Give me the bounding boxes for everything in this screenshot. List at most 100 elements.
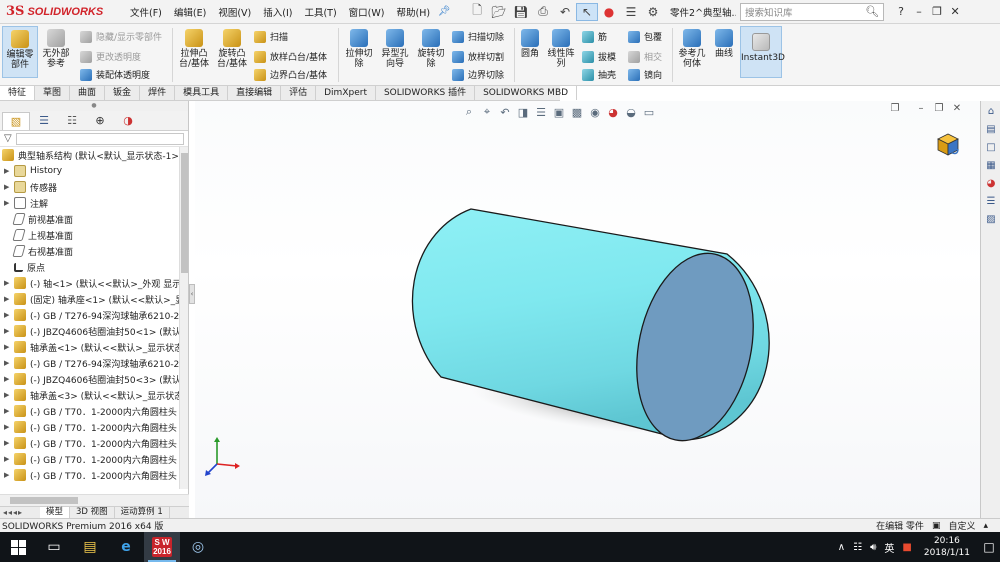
ime-app-icon[interactable]: ■ — [902, 542, 911, 553]
reference-geometry-button[interactable]: 参考几 何体 — [676, 29, 708, 69]
linear-pattern-button[interactable]: 线性阵 列 — [546, 29, 576, 69]
hole-wizard-button[interactable]: 异型孔 向导 — [378, 29, 412, 69]
tab-solidworks-addins[interactable]: SOLIDWORKS 插件 — [376, 86, 476, 100]
expand-arrow-icon[interactable]: ▶ — [4, 439, 14, 447]
search-icon[interactable]: 🔍︎ — [865, 5, 879, 18]
tab-weldments[interactable]: 焊件 — [140, 86, 176, 100]
expand-arrow-icon[interactable]: ▶ — [4, 455, 14, 463]
expand-arrow-icon[interactable]: ▶ — [4, 471, 14, 479]
shell-button[interactable]: 抽壳 — [582, 68, 616, 81]
tab-solidworks-mbd[interactable]: SOLIDWORKS MBD — [475, 86, 578, 100]
tree-item[interactable]: 原点 — [0, 259, 188, 275]
tab-evaluate[interactable]: 评估 — [281, 86, 317, 100]
tab-navigation-arrows[interactable]: ◂◂◂▸ — [0, 507, 40, 518]
tree-item[interactable]: ▶ (-) JBZQ4606毡圈油封50<1> (默认 — [0, 323, 188, 339]
instant3d-button[interactable]: Instant3D — [740, 26, 785, 78]
system-clock[interactable]: 20:16 2018/1/11 — [924, 535, 970, 559]
menu-window[interactable]: 窗口(W) — [343, 5, 391, 19]
tab-direct-editing[interactable]: 直接编辑 — [228, 86, 282, 100]
tree-item[interactable]: ▶ 轴承盖<1> (默认<<默认>_显示状态 — [0, 339, 188, 355]
solidworks-resources-icon[interactable]: ⌂ — [982, 103, 1000, 119]
solidworks-taskbar-button[interactable]: S W 2016 — [144, 532, 180, 562]
tree-item[interactable]: ▶ (-) 轴<1> (默认<<默认>_外观 显示 — [0, 275, 188, 291]
expand-arrow-icon[interactable]: ▶ — [4, 375, 14, 383]
tab-dimxpert[interactable]: DimXpert — [316, 86, 376, 100]
display-manager-tab-icon[interactable]: ◑ — [114, 112, 142, 130]
menu-tools[interactable]: 工具(T) — [298, 5, 342, 19]
expand-arrow-icon[interactable]: ▶ — [4, 279, 14, 287]
view-palette-icon[interactable]: ▦ — [982, 157, 1000, 173]
tab-model[interactable]: 模型 — [40, 507, 71, 518]
tree-item[interactable]: ▶ (固定) 轴承座<1> (默认<<默认>_显 — [0, 291, 188, 307]
expand-arrow-icon[interactable]: ▶ — [4, 391, 14, 399]
units-dropdown-icon[interactable]: ▴ — [983, 521, 988, 531]
tab-sketch[interactable]: 草图 — [35, 86, 71, 100]
graphics-area[interactable]: ⌕ ⌖ ↶ ◨ ☰ ▣ ▩ ◉ ◕ ◒ ▭ ❐ – ❐ ✕ — [195, 101, 980, 518]
sweep-button[interactable]: 扫描 — [254, 30, 288, 43]
tree-item[interactable]: 上视基准面 — [0, 227, 188, 243]
configuration-manager-tab-icon[interactable]: ☷ — [58, 112, 86, 130]
menu-view[interactable]: 视图(V) — [212, 5, 257, 19]
forum-icon[interactable]: ▨ — [982, 211, 1000, 227]
expand-arrow-icon[interactable]: ▶ — [4, 359, 14, 367]
tree-item[interactable]: ▶ (-) GB / T70．1-2000内六角圆柱头 — [0, 451, 188, 467]
input-method-text[interactable]: 英 — [884, 540, 894, 555]
dimxpert-manager-tab-icon[interactable]: ⊕ — [86, 112, 114, 130]
tree-item[interactable]: 前视基准面 — [0, 211, 188, 227]
save-icon[interactable]: 💾︎ — [510, 3, 532, 21]
wrap-button[interactable]: 包覆 — [628, 30, 662, 43]
search-input[interactable]: 搜索知识库 — [745, 5, 865, 19]
tab-motion-study[interactable]: 运动算例 1 — [115, 507, 170, 518]
print-icon[interactable]: ⎙ — [532, 3, 554, 21]
tree-horizontal-scrollbar[interactable] — [0, 494, 189, 506]
boundary-cut-button[interactable]: 边界切除 — [452, 68, 504, 81]
file-explorer-taskbar-icon[interactable]: ▤ — [72, 532, 108, 562]
expand-arrow-icon[interactable]: ▶ — [4, 311, 14, 319]
mirror-button[interactable]: 镜向 — [628, 68, 662, 81]
restore-icon[interactable]: ❐ — [928, 5, 946, 18]
property-manager-tab-icon[interactable]: ☰ — [30, 112, 58, 130]
intersect-button[interactable]: 相交 — [628, 50, 662, 63]
menu-file[interactable]: 文件(F) — [124, 5, 168, 19]
expand-arrow-icon[interactable]: ▶ — [4, 199, 14, 207]
rib-button[interactable]: 筋 — [582, 30, 607, 43]
tray-chevron-icon[interactable]: ∧ — [838, 542, 845, 553]
scrollbar-thumb[interactable] — [10, 497, 78, 504]
expand-arrow-icon[interactable]: ▶ — [4, 423, 14, 431]
search-knowledge-base[interactable]: 搜索知识库 🔍︎ — [740, 2, 885, 21]
file-explorer-icon[interactable]: □ — [982, 139, 1000, 155]
tab-3d-views[interactable]: 3D 视图 — [70, 507, 115, 518]
help-icon[interactable]: ? — [892, 5, 910, 18]
tree-item[interactable]: 右视基准面 — [0, 243, 188, 259]
menu-help[interactable]: 帮助(H) — [390, 5, 436, 19]
menu-insert[interactable]: 插入(I) — [257, 5, 298, 19]
revolved-boss-button[interactable]: 旋转凸 台/基体 — [214, 29, 250, 69]
new-document-icon[interactable]: 🗋 — [466, 3, 488, 21]
tree-item[interactable]: ▶ (-) GB / T276-94深沟球轴承6210-2 — [0, 307, 188, 323]
expand-arrow-icon[interactable]: ▶ — [4, 407, 14, 415]
volume-icon[interactable]: 🔊︎ — [870, 542, 876, 553]
curves-button[interactable]: 曲线 — [710, 29, 738, 59]
select-cursor-icon[interactable]: ↖ — [576, 2, 599, 21]
expand-arrow-icon[interactable]: ▶ — [4, 295, 14, 303]
custom-units-text[interactable]: 自定义 — [948, 519, 975, 532]
tree-item[interactable]: ▶ (-) GB / T70．1-2000内六角圆柱头 — [0, 435, 188, 451]
revolved-cut-button[interactable]: 旋转切 除 — [414, 29, 448, 69]
network-icon[interactable]: ☷ — [853, 542, 862, 553]
tree-item[interactable]: ▶ (-) GB / T276-94深沟球轴承6210-2 — [0, 355, 188, 371]
expand-arrow-icon[interactable]: ▶ — [4, 343, 14, 351]
feature-manager-tab-icon[interactable]: ▧ — [2, 111, 30, 130]
file-properties-icon[interactable]: ☰ — [620, 3, 642, 21]
change-transparency-button[interactable]: 更改透明度 — [80, 50, 141, 63]
filter-icon[interactable]: ▽ — [4, 133, 12, 144]
tree-item[interactable]: ▶ 注解 — [0, 195, 188, 211]
app-taskbar-icon[interactable]: ◎ — [180, 532, 216, 562]
hide-show-components-button[interactable]: 隐藏/显示零部件 — [80, 30, 162, 43]
tree-item[interactable]: ▶ 轴承盖<3> (默认<<默认>_显示状态 — [0, 387, 188, 403]
extruded-cut-button[interactable]: 拉伸切 除 — [342, 29, 376, 69]
tree-vertical-scrollbar[interactable] — [179, 147, 188, 489]
internet-explorer-icon[interactable]: e — [108, 532, 144, 562]
draft-button[interactable]: 拔模 — [582, 50, 616, 63]
no-external-references-button[interactable]: 无外部 参考 — [40, 29, 72, 69]
swept-cut-button[interactable]: 扫描切除 — [452, 30, 504, 43]
